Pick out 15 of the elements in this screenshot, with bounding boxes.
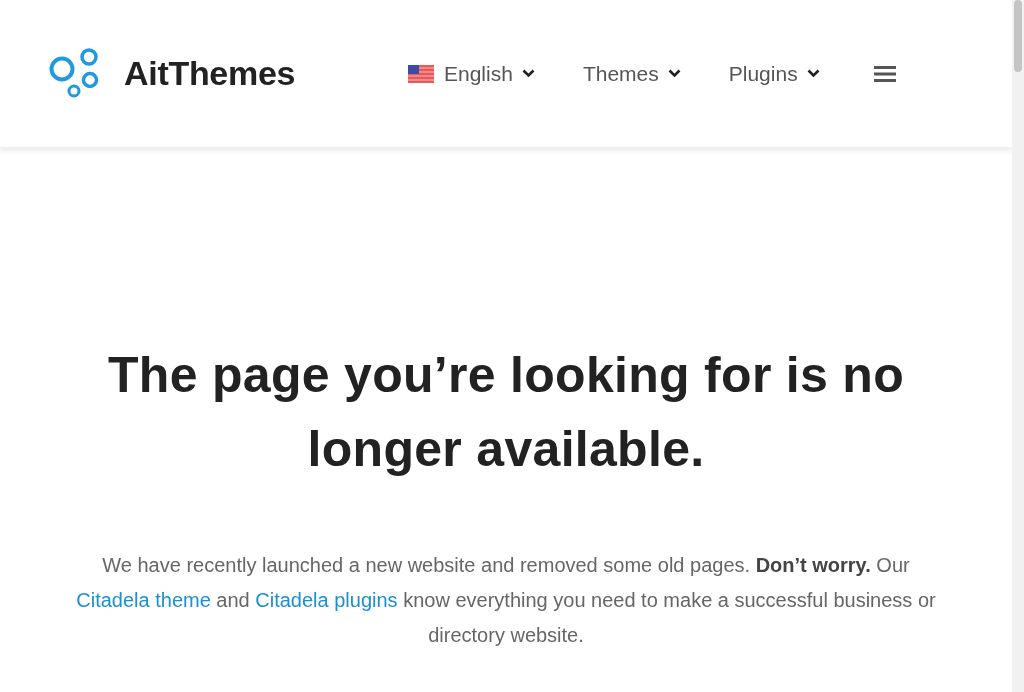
text-link[interactable]: Citadela theme [76,589,211,611]
chevron-down-icon [806,69,820,78]
chevron-down-icon [521,69,535,78]
logo-wordmark[interactable]: AitThemes [124,54,296,93]
nav-menu[interactable]: Themes [582,61,681,86]
menu-icon[interactable] [873,64,896,83]
scrollbar[interactable] [1012,0,1024,692]
nav-menu[interactable]: Plugins [728,61,820,86]
language-menu[interactable]: English [408,61,535,86]
page-heading: The page you’re looking for is no longer available. [106,346,906,479]
message-paragraph: We have recently launched a new website and removed some old pages. Don’t worry. Our Citadela theme and Citadela plugins know everything you need to make a successful business or directory website. [75,553,937,648]
flag-icon [408,64,434,83]
chevron-down-icon [667,69,681,78]
text-link[interactable]: Citadela plugins [255,589,398,611]
scrollbar-thumb[interactable] [1014,0,1022,72]
